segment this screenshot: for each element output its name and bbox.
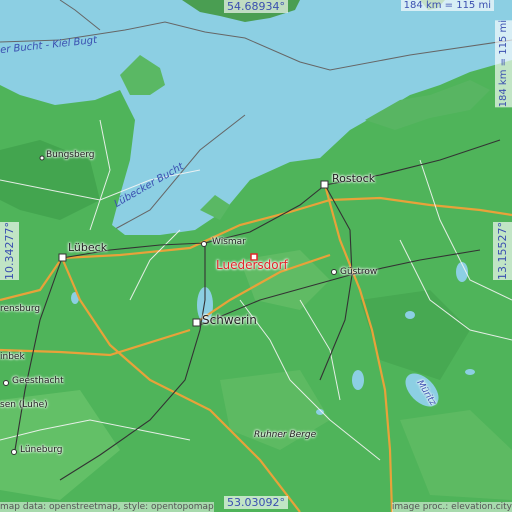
inbek-label: inbek — [0, 352, 25, 362]
geesthacht-label: Geesthacht — [12, 376, 64, 386]
scale-horizontal: 184 km = 115 mi — [400, 0, 494, 11]
ruhner-label: Ruhner Berge — [254, 430, 317, 440]
geesthacht-marker — [3, 380, 9, 386]
credit-left: map data: openstreetmap, style: opentopo… — [0, 502, 214, 512]
highlight-label: Luedersdorf — [216, 258, 288, 272]
rensburg-label: rensburg — [0, 304, 41, 314]
gustrow-label: Güstrow — [340, 267, 378, 277]
coord-left: 10.34277° — [0, 222, 19, 280]
lubeck-marker — [58, 253, 67, 262]
rostock-marker — [320, 180, 329, 189]
lubeck-label: Lübeck — [68, 241, 108, 254]
bungsberg-marker — [39, 155, 45, 161]
luneburg-label: Lüneburg — [20, 445, 63, 455]
schwerin-marker — [192, 318, 201, 327]
coord-right: 13.15527° — [493, 222, 512, 280]
gustrow-marker — [331, 269, 337, 275]
wismar-label: Wismar — [212, 237, 246, 247]
coord-top: 54.68934° — [224, 0, 288, 13]
luneburg-marker — [11, 449, 17, 455]
credit-right: image proc.: elevation.city — [391, 502, 512, 512]
coord-bottom: 53.03092° — [224, 496, 288, 509]
map[interactable]: er Bucht - Kiel Bugt Lübecker Bucht Rost… — [0, 0, 512, 512]
scale-vertical: 184 km = 115 mi — [495, 20, 512, 108]
schwerin-label: Schwerin — [202, 313, 257, 327]
sen-label: sen (Luhe) — [0, 400, 48, 410]
bungsberg-label: Bungsberg — [46, 150, 95, 160]
wismar-marker — [201, 241, 207, 247]
rostock-label: Rostock — [332, 172, 376, 185]
